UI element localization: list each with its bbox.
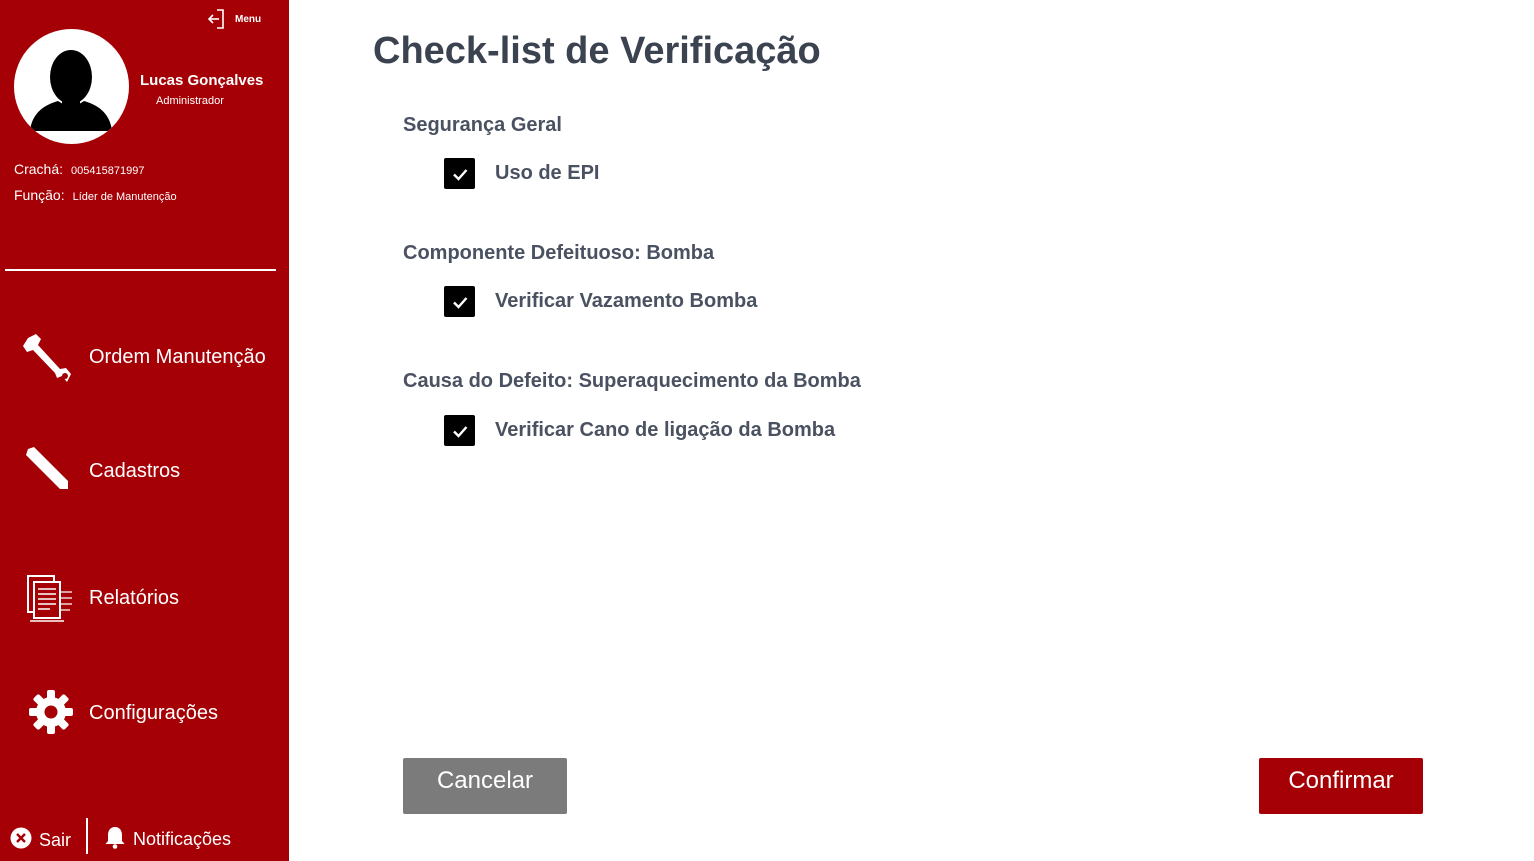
- logout-label: Sair: [39, 830, 72, 850]
- badge-label: Crachá:: [14, 161, 64, 177]
- reports-icon: [20, 570, 76, 626]
- user-role: Administrador: [156, 95, 224, 107]
- function-label: Função:: [14, 187, 65, 203]
- exit-arrow-icon: [207, 8, 227, 30]
- user-name: Lucas Gonçalves: [140, 72, 264, 89]
- sidebar-item-cadastros[interactable]: Cadastros: [20, 443, 180, 499]
- avatar: [14, 29, 129, 144]
- checkbox-checked[interactable]: [444, 158, 475, 189]
- badge-value: 005415871997: [71, 165, 145, 177]
- checklist-item-vazamento[interactable]: Verificar Vazamento Bomba: [444, 286, 757, 317]
- checkmark-icon: [452, 425, 467, 438]
- sidebar-item-ordem-manutencao[interactable]: Ordem Manutenção: [20, 329, 266, 385]
- section-title-componente: Componente Defeituoso: Bomba: [403, 242, 715, 264]
- notifications-button[interactable]: Notificações: [104, 825, 231, 854]
- menu-label: Menu: [235, 13, 262, 25]
- sidebar-item-label: Cadastros: [89, 459, 181, 482]
- cancel-button[interactable]: Cancelar: [403, 758, 567, 814]
- checkmark-icon: [452, 168, 467, 181]
- sidebar-divider: [5, 269, 276, 271]
- badge-row: Crachá: 005415871997: [14, 161, 144, 177]
- footer-separator: [86, 818, 88, 854]
- sidebar: Menu Lucas Gonçalves Administrador Crach…: [0, 0, 289, 861]
- page-title: Check-list de Verificação: [373, 30, 821, 72]
- close-circle-icon: [10, 827, 32, 854]
- menu-toggle-button[interactable]: Menu: [207, 8, 261, 30]
- checklist-item-label: Verificar Vazamento Bomba: [495, 290, 758, 312]
- checkbox-checked[interactable]: [444, 286, 475, 317]
- notifications-label: Notificações: [133, 829, 232, 849]
- sidebar-item-label: Configurações: [89, 701, 218, 724]
- sidebar-footer: Sair Notificações: [0, 816, 289, 861]
- confirm-button[interactable]: Confirmar: [1259, 758, 1423, 814]
- gear-icon: [20, 685, 76, 741]
- pencil-icon: [20, 443, 76, 499]
- sidebar-item-configuracoes[interactable]: Configurações: [20, 685, 218, 741]
- function-row: Função: Líder de Manutenção: [14, 187, 177, 203]
- logout-button[interactable]: Sair: [10, 827, 71, 854]
- wrench-icon: [20, 329, 76, 385]
- sidebar-item-label: Ordem Manutenção: [89, 345, 266, 368]
- section-title-seguranca: Segurança Geral: [403, 114, 562, 136]
- checklist-item-cano-ligacao[interactable]: Verificar Cano de ligação da Bomba: [444, 415, 835, 446]
- sidebar-item-relatorios[interactable]: Relatórios: [20, 570, 179, 626]
- function-value: Líder de Manutenção: [72, 191, 177, 203]
- checkmark-icon: [452, 296, 467, 309]
- checklist-item-uso-epi[interactable]: Uso de EPI: [444, 158, 599, 189]
- bell-icon: [104, 825, 126, 854]
- checklist-item-label: Verificar Cano de ligação da Bomba: [495, 419, 836, 441]
- sidebar-item-label: Relatórios: [89, 586, 180, 609]
- checklist-item-label: Uso de EPI: [495, 162, 600, 184]
- user-silhouette-icon: [30, 50, 112, 131]
- checkbox-checked[interactable]: [444, 415, 475, 446]
- section-title-causa: Causa do Defeito: Superaquecimento da Bo…: [403, 370, 861, 392]
